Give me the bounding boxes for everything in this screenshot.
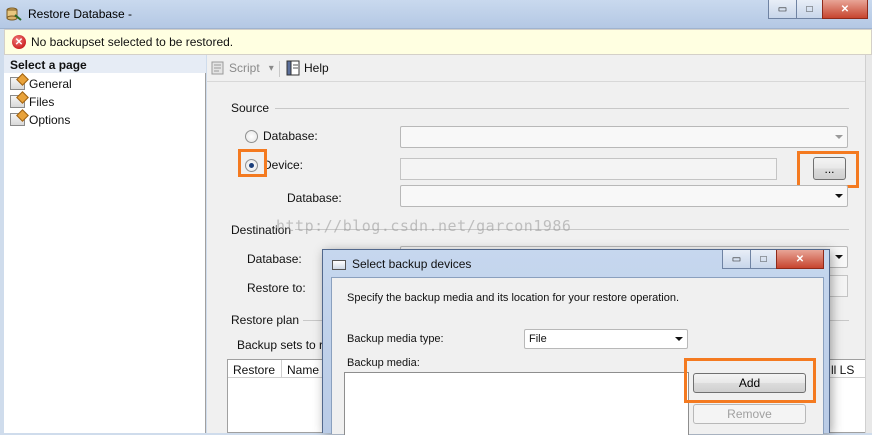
backup-media-type-value: File [529,333,547,345]
backup-media-type-select[interactable]: File [524,329,688,349]
device-radio-label: Device: [263,158,304,172]
source-database-combo [400,126,848,148]
device-database-label: Database: [287,191,342,205]
maximize-button[interactable]: □ [796,0,823,19]
select-backup-devices-dialog: Select backup devices ▭ □ ✕ Specify the … [322,249,830,435]
restore-to-label: Restore to: [247,281,306,295]
page-selector-header: Select a page [4,55,206,73]
page-icon [10,113,25,126]
error-banner: ✕ No backupset selected to be restored. [4,29,872,55]
backup-sets-label: Backup sets to re [237,338,330,352]
chevron-down-icon [675,337,683,341]
help-button[interactable]: Help [285,60,329,76]
script-label: Script [229,61,260,75]
vertical-scrollbar[interactable] [865,55,872,433]
backup-media-label: Backup media: [347,357,420,369]
dialog-minimize-button[interactable]: ▭ [722,250,751,269]
device-path-field [400,158,777,180]
dialog-close-button[interactable]: ✕ [776,250,824,269]
toolbar: Script ▾ Help [207,55,865,82]
chevron-down-icon [835,135,843,139]
page-item-options[interactable]: Options [10,111,70,128]
close-icon: ✕ [840,3,850,15]
dialog-maximize-button[interactable]: □ [750,250,777,269]
help-book-icon [286,60,300,76]
dialog-title: Select backup devices [352,257,472,271]
maximize-icon: □ [806,3,813,15]
column-header-clipped[interactable]: ll LS [826,360,866,378]
script-icon [211,61,224,75]
window-title: Restore Database - [28,7,133,21]
error-message: No backupset selected to be restored. [31,35,234,49]
backup-media-list[interactable] [344,372,689,435]
source-divider [275,108,849,109]
page-icon [10,95,25,108]
restore-database-icon [6,7,22,21]
error-circle-icon: ✕ [12,35,26,49]
minimize-button[interactable]: ▭ [768,0,797,19]
column-header-restore[interactable]: Restore [228,360,282,378]
chevron-down-icon [835,194,843,198]
database-radio-label: Database: [263,129,318,143]
maximize-icon: □ [760,253,767,265]
page-item-general[interactable]: General [10,75,72,92]
minimize-icon: ▭ [777,3,788,15]
backup-media-type-label: Backup media type: [347,333,444,345]
destination-database-label: Database: [247,252,302,266]
source-section-label: Source [231,101,270,115]
help-label: Help [304,61,329,75]
page-item-label: Files [29,94,55,109]
database-radio[interactable] [245,130,258,143]
page-icon [10,77,25,90]
close-button[interactable]: ✕ [822,0,868,19]
window-titlebar: Restore Database - ▭ □ ✕ [0,0,872,29]
close-icon: ✕ [795,253,805,265]
page-selector-pane: Select a page General Files Options [4,55,206,433]
chevron-down-icon [835,255,843,259]
device-radio-highlight [238,149,267,177]
add-button-highlight [684,358,816,403]
dialog-window-icon [332,260,346,270]
minimize-icon: ▭ [731,253,742,265]
chevron-down-icon: ▾ [268,62,274,74]
toolbar-separator [279,61,280,77]
device-database-combo[interactable] [400,185,848,207]
dialog-body: Specify the backup media and its locatio… [331,277,824,435]
remove-button[interactable]: Remove [693,404,806,424]
browse-button-highlight [797,151,859,188]
dialog-description: Specify the backup media and its locatio… [347,292,680,304]
watermark-text: http://blog.csdn.net/garcon1986 [276,217,572,235]
script-button[interactable]: Script ▾ [210,60,274,76]
restore-plan-section-label: Restore plan [231,313,300,327]
page-item-label: General [29,76,72,91]
page-item-label: Options [29,112,71,127]
page-item-files[interactable]: Files [10,93,54,110]
